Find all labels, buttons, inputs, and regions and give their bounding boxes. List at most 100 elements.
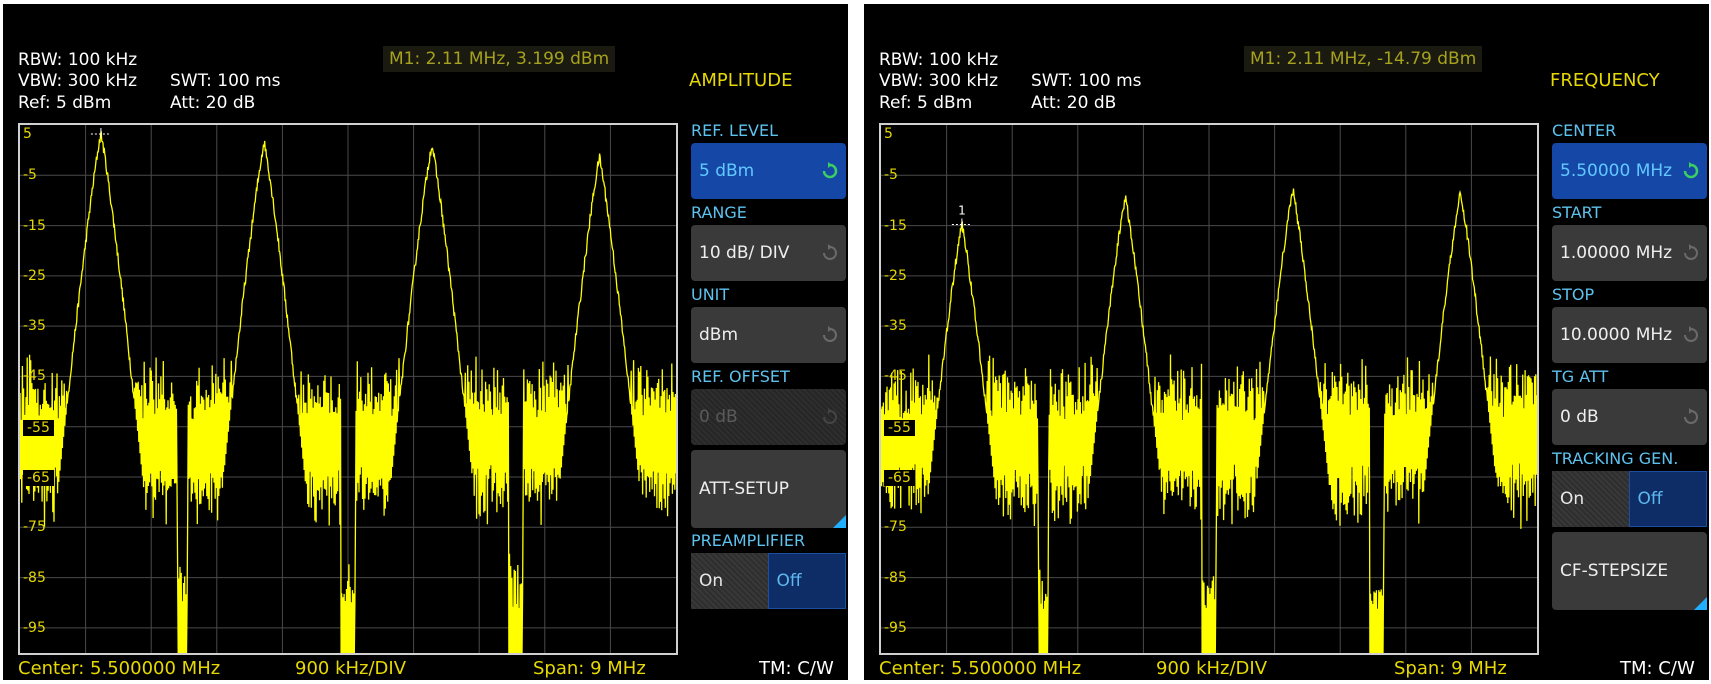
y-axis-tick-label: -65: [884, 470, 915, 486]
spectrum-plot[interactable]: 1 5 -5 -15 -25 -35 -45 -55 -65 -75 -85 -95: [18, 123, 678, 655]
y-axis-tick-label: -35: [884, 318, 907, 335]
submenu-corner-icon: [833, 515, 846, 528]
rotary-knob-icon: [1684, 326, 1698, 342]
att-readout: Att: 20 dB: [1031, 93, 1117, 113]
y-axis-tick-label: -95: [884, 619, 907, 636]
div-label: 900 kHz/DIV: [1156, 658, 1268, 679]
preamplifier-off-option[interactable]: Off: [767, 553, 846, 609]
y-axis-tick-label: -25: [23, 267, 46, 284]
y-axis-tick-label: -85: [23, 569, 46, 586]
span-label: Span: 9 MHz: [533, 658, 646, 679]
spectrum-trace-svg: 1: [20, 125, 676, 653]
analyzer-screen-amplitude: RBW: 100 kHz VBW: 300 kHz Ref: 5 dBm SWT…: [3, 4, 848, 680]
plot-grid: [20, 125, 676, 653]
stop-button[interactable]: 10.0000 MHz: [1552, 307, 1707, 363]
start-label: START: [1552, 203, 1602, 222]
att-readout: Att: 20 dB: [170, 93, 256, 113]
start-button[interactable]: 1.00000 MHz: [1552, 225, 1707, 281]
range-label: RANGE: [691, 203, 747, 222]
preamplifier-toggle[interactable]: On Off: [691, 553, 846, 609]
center-value: 5.50000 MHz: [1560, 161, 1673, 181]
analyzer-screen-frequency: RBW: 100 kHz VBW: 300 kHz Ref: 5 dBm SWT…: [864, 4, 1709, 680]
tracking-gen-label: TRACKING GEN.: [1552, 449, 1679, 468]
unit-value: dBm: [699, 325, 739, 345]
rbw-readout: RBW: 100 kHz: [879, 50, 999, 70]
center-frequency-label: Center: 5.500000 MHz: [18, 658, 221, 679]
spectrum-trace-svg: 1: [881, 125, 1537, 653]
y-axis-tick-label: -75: [23, 519, 46, 536]
marker-number: 1: [97, 125, 105, 127]
y-axis-tick-label: -65: [23, 470, 54, 486]
rotary-knob-icon: [1684, 244, 1698, 260]
y-axis-tick-label: -35: [23, 318, 46, 335]
marker-readout: M1: 2.11 MHz, 3.199 dBm: [383, 46, 616, 72]
center-frequency-label: Center: 5.500000 MHz: [879, 658, 1082, 679]
rotary-knob-icon: [823, 326, 837, 342]
ref-level-button[interactable]: 5 dBm: [691, 143, 846, 199]
unit-label: UNIT: [691, 285, 730, 304]
y-axis-tick-label: -45: [884, 368, 907, 385]
preamplifier-on-option[interactable]: On: [691, 553, 768, 609]
tg-att-button[interactable]: 0 dB: [1552, 389, 1707, 445]
y-axis-tick-label: -85: [884, 569, 907, 586]
trace-mode-label: TM: C/W: [1620, 658, 1695, 679]
att-setup-button[interactable]: ATT-SETUP: [691, 450, 846, 528]
rotary-knob-icon: [823, 408, 837, 424]
stop-label: STOP: [1552, 285, 1595, 304]
cf-stepsize-label: CF-STEPSIZE: [1560, 561, 1669, 581]
cf-stepsize-button[interactable]: CF-STEPSIZE: [1552, 532, 1707, 610]
y-axis-tick-label: -5: [884, 167, 898, 184]
y-axis-tick-label: -55: [884, 419, 915, 436]
span-label: Span: 9 MHz: [1394, 658, 1507, 679]
swt-readout: SWT: 100 ms: [1031, 71, 1142, 91]
ref-readout: Ref: 5 dBm: [879, 93, 973, 113]
rotary-knob-icon: [822, 162, 838, 179]
y-axis-tick-label: 5: [884, 126, 893, 142]
plot-grid: [881, 125, 1537, 653]
y-axis-tick-label: 5: [23, 126, 32, 142]
marker-readout: M1: 2.11 MHz, -14.79 dBm: [1244, 46, 1483, 72]
ref-offset-button[interactable]: 0 dB: [691, 389, 846, 445]
att-setup-label: ATT-SETUP: [699, 479, 789, 499]
menu-title: FREQUENCY: [1550, 70, 1660, 91]
div-label: 900 kHz/DIV: [295, 658, 407, 679]
spectrum-plot[interactable]: 1 5 -5 -15 -25 -35 -45 -55 -65 -75 -85 -95: [879, 123, 1539, 655]
status-bar: [864, 4, 1709, 44]
rbw-readout: RBW: 100 kHz: [18, 50, 138, 70]
y-axis-tick-label: -55: [23, 419, 54, 436]
marker-1[interactable]: 1: [90, 125, 111, 139]
preamplifier-label: PREAMPLIFIER: [691, 531, 806, 550]
tg-att-value: 0 dB: [1560, 407, 1599, 427]
range-button[interactable]: 10 dB/ DIV: [691, 225, 846, 281]
tracking-gen-on-option[interactable]: On: [1552, 471, 1629, 527]
ref-offset-label: REF. OFFSET: [691, 367, 790, 386]
vbw-readout: VBW: 300 kHz: [879, 71, 999, 91]
rotary-knob-icon: [1683, 162, 1699, 179]
tracking-gen-toggle[interactable]: On Off: [1552, 471, 1707, 527]
y-axis-tick-label: -15: [884, 217, 907, 234]
swt-readout: SWT: 100 ms: [170, 71, 281, 91]
rotary-knob-icon: [823, 244, 837, 260]
submenu-corner-icon: [1694, 597, 1707, 610]
center-button[interactable]: 5.50000 MHz: [1552, 143, 1707, 199]
marker-number: 1: [958, 204, 966, 218]
y-axis-tick-label: -15: [23, 217, 46, 234]
y-axis-tick-label: -75: [884, 519, 907, 536]
y-axis-tick-label: -95: [23, 619, 46, 636]
ref-level-label: REF. LEVEL: [691, 121, 779, 140]
menu-title: AMPLITUDE: [689, 70, 793, 91]
stop-value: 10.0000 MHz: [1560, 325, 1673, 345]
marker-1[interactable]: 1: [951, 204, 972, 229]
y-axis-tick-label: -25: [884, 267, 907, 284]
tg-att-label: TG ATT: [1552, 367, 1609, 386]
vbw-readout: VBW: 300 kHz: [18, 71, 138, 91]
tracking-gen-off-option[interactable]: Off: [1628, 471, 1707, 527]
unit-button[interactable]: dBm: [691, 307, 846, 363]
ref-readout: Ref: 5 dBm: [18, 93, 112, 113]
trace-mode-label: TM: C/W: [759, 658, 834, 679]
ref-offset-value: 0 dB: [699, 407, 738, 427]
center-label: CENTER: [1552, 121, 1617, 140]
start-value: 1.00000 MHz: [1560, 243, 1673, 263]
ref-level-value: 5 dBm: [699, 161, 755, 181]
y-axis-tick-label: -5: [23, 167, 37, 184]
